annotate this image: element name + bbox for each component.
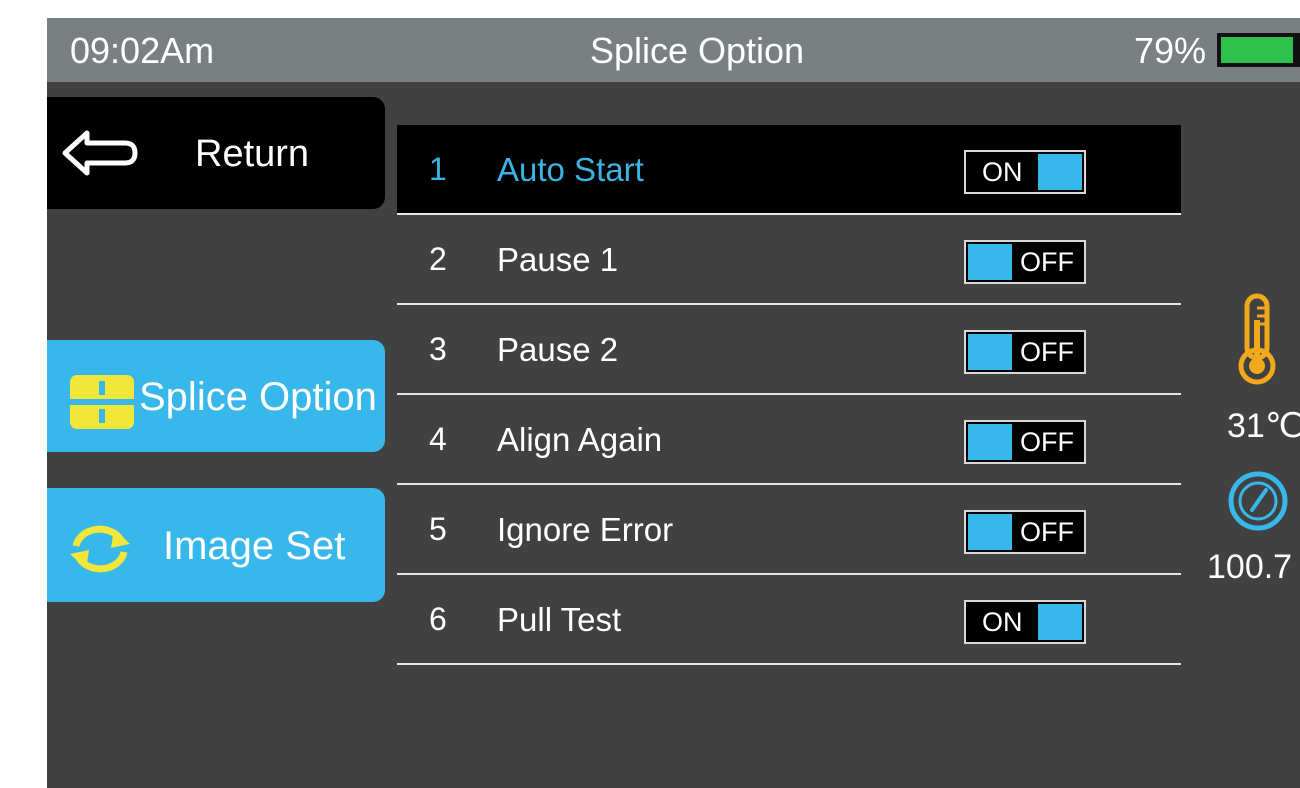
toggle-state: OFF xyxy=(1020,427,1074,457)
return-label: Return xyxy=(195,133,310,175)
toggle-knob xyxy=(968,244,1012,280)
page-title: Splice Option xyxy=(589,30,805,71)
sidebar-item-label: Splice Option xyxy=(139,375,377,419)
sidebar-item-image-set[interactable]: Image Set xyxy=(47,488,385,602)
option-label: Pause 1 xyxy=(497,241,619,278)
toggle-knob xyxy=(968,424,1012,460)
option-number: 2 xyxy=(429,241,447,277)
splice-option-icon xyxy=(70,375,134,429)
option-row[interactable]: 2 Pause 1 OFF xyxy=(397,215,1181,305)
option-row[interactable]: 1 Auto Start ON xyxy=(397,125,1181,215)
toggle-state: OFF xyxy=(1020,517,1074,547)
option-number: 1 xyxy=(429,151,447,187)
options-list: 1 Auto Start ON 2 Pause 1 OFF 3 Pause 2 OFF 4 Alig… xyxy=(397,125,1181,665)
return-button[interactable]: Return xyxy=(47,97,385,209)
option-toggle[interactable]: ON xyxy=(964,600,1086,644)
option-number: 3 xyxy=(429,331,447,367)
toggle-knob xyxy=(1038,154,1082,190)
option-label: Align Again xyxy=(497,421,663,458)
splice-option-screen: 09:02Am Splice Option 79% Return Splice … xyxy=(47,18,1300,788)
option-toggle[interactable]: ON xyxy=(964,150,1086,194)
option-number: 5 xyxy=(429,511,447,547)
option-row[interactable]: 3 Pause 2 OFF xyxy=(397,305,1181,395)
toggle-knob xyxy=(1038,604,1082,640)
toggle-state: ON xyxy=(982,607,1023,637)
option-row[interactable]: 4 Align Again OFF xyxy=(397,395,1181,485)
option-number: 6 xyxy=(429,601,447,637)
battery-percent: 79% xyxy=(1134,30,1207,71)
back-arrow-icon xyxy=(62,130,138,176)
option-label: Ignore Error xyxy=(497,511,674,548)
toggle-state: OFF xyxy=(1020,337,1074,367)
option-toggle[interactable]: OFF xyxy=(964,510,1086,554)
option-toggle[interactable]: OFF xyxy=(964,420,1086,464)
option-label: Auto Start xyxy=(497,151,644,188)
toggle-knob xyxy=(968,514,1012,550)
option-label: Pull Test xyxy=(497,601,622,638)
option-toggle[interactable]: OFF xyxy=(964,330,1086,374)
option-row[interactable]: 6 Pull Test ON xyxy=(397,575,1181,665)
status-bar: 09:02Am Splice Option 79% xyxy=(47,18,1300,82)
battery-level-fill xyxy=(1221,37,1293,63)
option-toggle[interactable]: OFF xyxy=(964,240,1086,284)
gauge-icon xyxy=(1228,471,1288,531)
thermometer-icon xyxy=(1238,293,1276,385)
pressure-value: 100.7 xyxy=(1207,548,1293,586)
option-number: 4 xyxy=(429,421,447,457)
option-row[interactable]: 5 Ignore Error OFF xyxy=(397,485,1181,575)
refresh-icon xyxy=(70,525,130,573)
toggle-knob xyxy=(968,334,1012,370)
toggle-state: ON xyxy=(982,157,1023,187)
temperature-value: 31℃ xyxy=(1227,407,1300,445)
option-label: Pause 2 xyxy=(497,331,619,368)
toggle-state: OFF xyxy=(1020,247,1074,277)
battery-icon xyxy=(1217,33,1300,67)
sidebar-item-label: Image Set xyxy=(163,524,346,568)
sidebar-item-splice-option[interactable]: Splice Option xyxy=(47,340,385,452)
